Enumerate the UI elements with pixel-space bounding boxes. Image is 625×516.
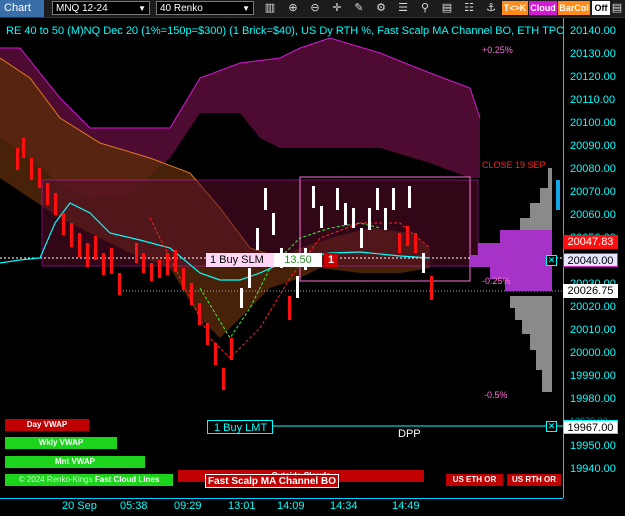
zoom-in-icon[interactable]: ⊕	[286, 1, 300, 15]
close-label: CLOSE 19 SEP	[482, 160, 546, 170]
us-eth-or-button[interactable]: US ETH OR	[446, 474, 503, 486]
data-box-icon[interactable]: ☷	[462, 1, 476, 15]
templates-icon[interactable]: ▤	[440, 1, 454, 15]
bar-type-value: 40 Renko	[160, 3, 203, 14]
chart-title: RE 40 to 50 (M)NQ Dec 20 (1%=150p=$300) …	[6, 25, 565, 37]
cancel-order-icon[interactable]: ✕	[546, 421, 557, 432]
price-tick: 19940.00	[570, 463, 616, 475]
time-tick: 09:29	[174, 500, 202, 512]
price-tick: 20020.00	[570, 301, 616, 313]
time-tick: 05:38	[120, 500, 148, 512]
fast-cloud-lines-button[interactable]: © 2024 Renko-Kings Fast Cloud Lines	[5, 474, 173, 486]
price-tick: 20000.00	[570, 347, 616, 359]
draw-tools-icon[interactable]: ✎	[352, 1, 366, 15]
chevron-down-icon: ▼	[242, 4, 250, 13]
properties-icon[interactable]: ☰	[396, 1, 410, 15]
price-tick: 20090.00	[570, 140, 616, 152]
dpp-label: DPP	[398, 428, 421, 440]
indicators-icon[interactable]: ⚲	[418, 1, 432, 15]
off-toggle-button[interactable]: Off	[592, 1, 610, 15]
day-vwap-button[interactable]: Day VWAP	[5, 419, 89, 431]
price-box-white: 20026.75	[563, 284, 618, 298]
pct-label-mid: -0.25%	[482, 276, 511, 286]
price-box-limit: 19967.00	[563, 420, 618, 434]
buy-slm-order-price[interactable]: 13.50	[274, 253, 322, 267]
cloud-toggle-button[interactable]: Cloud	[529, 1, 557, 15]
bar-chart-icon[interactable]: ▥	[263, 1, 277, 15]
price-tick: 20100.00	[570, 117, 616, 129]
crosshair-icon[interactable]: ✛	[330, 1, 344, 15]
attach-icon[interactable]: ⚓	[484, 1, 498, 15]
pct-label-top: +0.25%	[482, 45, 513, 55]
mnt-vwap-button[interactable]: Mnt VWAP	[5, 456, 145, 468]
buy-slm-order-label[interactable]: 1 Buy SLM	[206, 253, 274, 267]
us-rth-or-button[interactable]: US RTH OR	[507, 474, 561, 486]
volume-profile-poc	[556, 180, 560, 210]
watermark-text: © 2024 Renko-Kings	[18, 475, 93, 484]
wkly-vwap-button[interactable]: Wkly VWAP	[5, 437, 117, 449]
pct-label-low: -0.5%	[484, 390, 508, 400]
time-tick: 14:49	[392, 500, 420, 512]
chevron-down-icon: ▼	[138, 4, 146, 13]
price-tick: 20140.00	[570, 25, 616, 37]
time-tick: 14:34	[330, 500, 358, 512]
price-tick: 20110.00	[570, 94, 616, 106]
time-tick: 20 Sep	[62, 500, 97, 512]
cancel-order-icon[interactable]: ✕	[546, 255, 557, 266]
price-box-red: 20047.83	[563, 235, 618, 249]
buy-slm-order-qty[interactable]: 1	[324, 253, 338, 267]
price-tick: 20010.00	[570, 324, 616, 336]
price-tick: 20070.00	[570, 186, 616, 198]
price-tick: 19980.00	[570, 393, 616, 405]
instrument-selector[interactable]: MNQ 12-24 ▼	[52, 1, 150, 15]
price-box-current: 20040.00	[563, 253, 618, 267]
chart-menu-icon[interactable]: ▤	[610, 1, 624, 15]
chart-toolbar: Chart MNQ 12-24 ▼ 40 Renko ▼ ▥ ⊕ ⊖ ✛ ✎ ⚙…	[0, 0, 625, 18]
barcol-toggle-button[interactable]: BarCol	[558, 1, 590, 15]
instrument-value: MNQ 12-24	[56, 3, 108, 14]
strategy-icon[interactable]: ⚙	[374, 1, 388, 15]
chart-window-title: Chart	[0, 0, 44, 17]
time-tick: 13:01	[228, 500, 256, 512]
price-tick: 20120.00	[570, 71, 616, 83]
buy-lmt-order-label[interactable]: 1 Buy LMT	[207, 420, 273, 434]
time-tick: 14:09	[277, 500, 305, 512]
zoom-out-icon[interactable]: ⊖	[308, 1, 322, 15]
fast-scalp-ma-channel-bo-button[interactable]: Fast Scalp MA Channel BO	[205, 474, 339, 488]
tk-toggle-button[interactable]: T<>K	[502, 1, 528, 15]
fast-cloud-lines-label: Fast Cloud Lines	[94, 475, 160, 484]
price-tick: 20080.00	[570, 163, 616, 175]
bar-type-selector[interactable]: 40 Renko ▼	[156, 1, 254, 15]
price-tick: 20060.00	[570, 209, 616, 221]
price-tick: 19990.00	[570, 370, 616, 382]
price-tick: 19950.00	[570, 440, 616, 452]
price-tick: 20130.00	[570, 48, 616, 60]
